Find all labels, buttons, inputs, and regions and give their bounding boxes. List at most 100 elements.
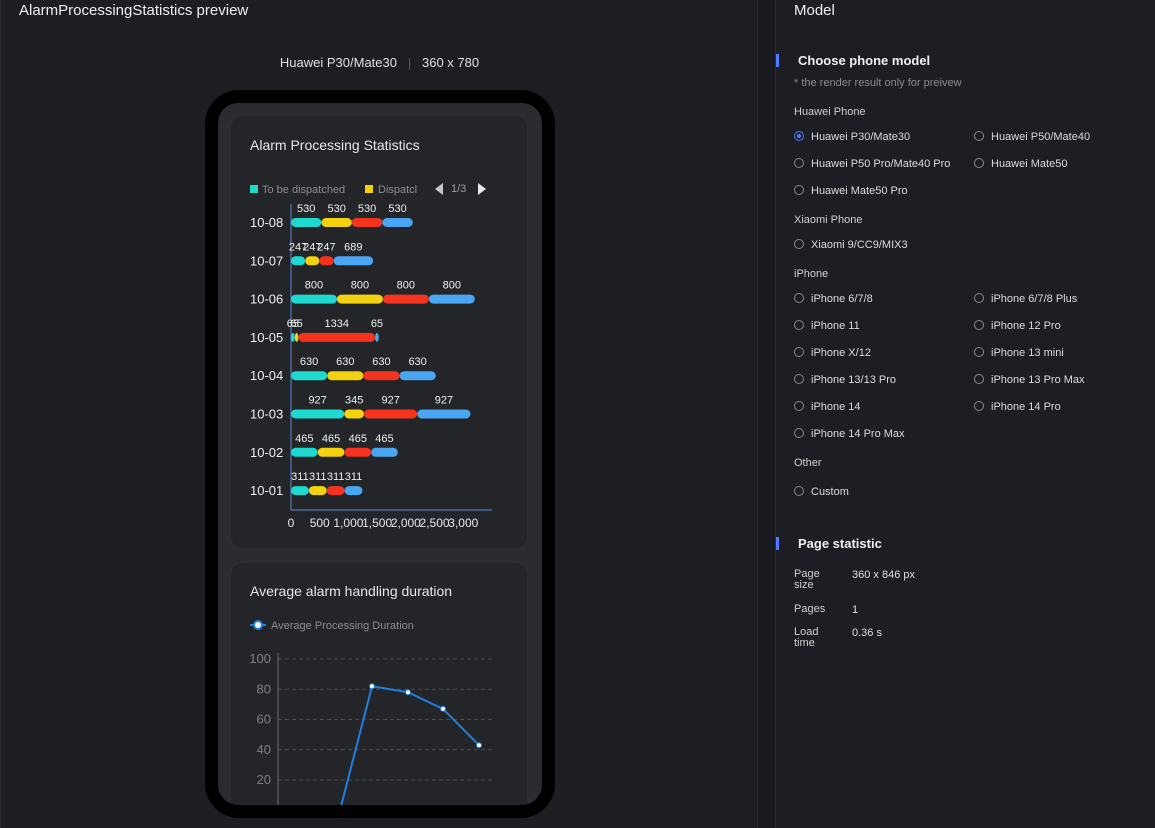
bar-value-label: 800 xyxy=(397,280,415,292)
option-label: iPhone 14 Pro xyxy=(991,401,1061,413)
bar-segment[interactable] xyxy=(291,332,295,342)
legend-prev-icon[interactable] xyxy=(435,183,443,195)
bar-segment[interactable] xyxy=(291,218,322,227)
bar-value-label: 630 xyxy=(300,356,318,368)
radio-selected-icon xyxy=(794,131,804,141)
x-tick-label: 1,500 xyxy=(362,516,392,530)
line-point[interactable] xyxy=(405,689,411,696)
radio-huawei-mate50[interactable]: Huawei Mate50 xyxy=(974,157,1067,171)
radio-icon xyxy=(794,293,804,303)
radio-iphone-678[interactable]: iPhone 6/7/8 xyxy=(794,292,873,306)
bar-segment[interactable] xyxy=(326,486,345,496)
bar-segment[interactable] xyxy=(317,447,345,457)
bar-value-label: 1334 xyxy=(325,318,349,330)
pane-splitter[interactable] xyxy=(757,0,776,828)
bar-segment[interactable] xyxy=(305,256,320,266)
section-title: Page statistic xyxy=(798,536,882,551)
option-label: Huawei Mate50 Pro xyxy=(811,185,908,197)
legend-next-icon[interactable] xyxy=(478,183,486,195)
bar-value-label: 530 xyxy=(388,203,406,215)
option-label: Huawei P50/Mate40 xyxy=(991,131,1091,143)
bar-value-label: 65 xyxy=(371,318,383,330)
radio-iphone-13-pro-max[interactable]: iPhone 13 Pro Max xyxy=(974,373,1085,387)
bar-segment[interactable] xyxy=(333,256,374,266)
radio-huawei-p50-mate40[interactable]: Huawei P50/Mate40 xyxy=(974,130,1090,144)
bar-segment[interactable] xyxy=(319,256,334,266)
x-tick-label: 0 xyxy=(288,516,295,530)
radio-iphone-678-plus[interactable]: iPhone 6/7/8 Plus xyxy=(974,292,1077,306)
radio-iphone-11[interactable]: iPhone 11 xyxy=(794,319,860,333)
bar-segment[interactable] xyxy=(382,294,429,304)
stat-label-page-size: Page size xyxy=(794,568,820,591)
preview-pane: AlarmProcessingStatistics preview Huawei… xyxy=(0,0,758,828)
radio-iphone-14[interactable]: iPhone 14 xyxy=(794,400,861,414)
group-label-xiaomi: Xiaomi Phone xyxy=(794,214,863,226)
y-tick-label: 60 xyxy=(257,712,271,727)
stacked-bar-chart: To be dispatched Dispatcl 1/3 0 500 1,0001… xyxy=(250,183,492,530)
stat-label-load-time: Load time xyxy=(794,626,819,649)
bar-segment[interactable] xyxy=(308,486,327,496)
bar-value-label: 65 xyxy=(290,318,302,330)
bar-segment[interactable] xyxy=(382,218,413,227)
bar-segment[interactable] xyxy=(294,332,299,342)
bar-segment[interactable] xyxy=(344,447,372,457)
phone-screen[interactable]: Alarm Processing Statistics To be dispat… xyxy=(218,103,542,805)
bar-value-label: 800 xyxy=(305,280,323,292)
bar-segment[interactable] xyxy=(291,409,345,419)
bar-segment[interactable] xyxy=(291,371,328,381)
bar-segment[interactable] xyxy=(336,294,383,304)
bar-segment[interactable] xyxy=(291,447,318,457)
bar-segment[interactable] xyxy=(327,371,364,381)
bar-value-label: 465 xyxy=(322,433,340,445)
y-category-label: 10-08 xyxy=(250,215,283,230)
bar-segment[interactable] xyxy=(344,409,365,419)
bar-segment[interactable] xyxy=(364,409,418,419)
radio-iphone-12-pro[interactable]: iPhone 12 Pro xyxy=(974,319,1061,333)
bar-value-label: 247 xyxy=(317,241,335,253)
line-point[interactable] xyxy=(476,742,482,749)
bar-segment[interactable] xyxy=(363,371,400,381)
line-point[interactable] xyxy=(440,705,446,712)
radio-iphone-14-pro[interactable]: iPhone 14 Pro xyxy=(974,400,1061,414)
radio-iphone-x-12[interactable]: iPhone X/12 xyxy=(794,346,871,360)
bar-value-label: 630 xyxy=(372,356,390,368)
radio-huawei-p30-mate30[interactable]: Huawei P30/Mate30 xyxy=(794,130,910,144)
phone-frame: Alarm Processing Statistics To be dispat… xyxy=(205,90,555,818)
bar-segment[interactable] xyxy=(291,486,309,496)
option-label: iPhone 13 mini xyxy=(991,347,1064,359)
radio-iphone-13-mini[interactable]: iPhone 13 mini xyxy=(974,346,1064,360)
device-size: 360 x 780 xyxy=(421,55,480,70)
device-bar: Huawei P30/Mate30 360 x 780 xyxy=(1,55,758,70)
bar-segment[interactable] xyxy=(291,294,337,304)
radio-iphone-14-pro-max[interactable]: iPhone 14 Pro Max xyxy=(794,427,905,441)
bar-segment[interactable] xyxy=(298,332,376,342)
bar-segment[interactable] xyxy=(371,447,398,457)
x-tick-label: 1,000 xyxy=(333,516,363,530)
bar-segment[interactable] xyxy=(321,218,352,227)
bar-segment[interactable] xyxy=(291,256,306,266)
radio-xiaomi-9[interactable]: Xiaomi 9/CC9/MIX3 xyxy=(794,238,908,252)
stat-label-pages: Pages xyxy=(794,603,826,615)
bar-segment[interactable] xyxy=(428,294,475,304)
bar-segment[interactable] xyxy=(344,486,363,496)
bar-value-label: 927 xyxy=(435,395,453,407)
radio-huawei-mate50pro[interactable]: Huawei Mate50 Pro xyxy=(794,184,908,198)
y-tick-label: 100 xyxy=(249,651,271,666)
y-tick-label: 80 xyxy=(257,681,271,696)
bar-segment[interactable] xyxy=(399,371,436,381)
bar-segment[interactable] xyxy=(375,332,379,342)
option-label: iPhone X/12 xyxy=(811,347,871,359)
radio-custom[interactable]: Custom xyxy=(794,485,849,499)
render-note: * the render result only for preivew xyxy=(794,77,962,89)
legend-label[interactable]: To be dispatched xyxy=(262,184,345,196)
line-legend[interactable]: Average Processing Duration xyxy=(250,620,414,632)
model-title: Model xyxy=(794,2,835,19)
legend-label[interactable]: Dispatcl xyxy=(378,184,417,196)
line-point[interactable] xyxy=(369,683,375,690)
bar-segment[interactable] xyxy=(417,409,471,419)
bar-segment[interactable] xyxy=(351,218,383,227)
option-label: iPhone 6/7/8 xyxy=(811,293,873,305)
radio-huawei-p50pro-mate40pro[interactable]: Huawei P50 Pro/Mate40 Pro xyxy=(794,157,950,171)
option-label: iPhone 13/13 Pro xyxy=(811,374,897,386)
radio-iphone-13[interactable]: iPhone 13/13 Pro xyxy=(794,373,896,387)
